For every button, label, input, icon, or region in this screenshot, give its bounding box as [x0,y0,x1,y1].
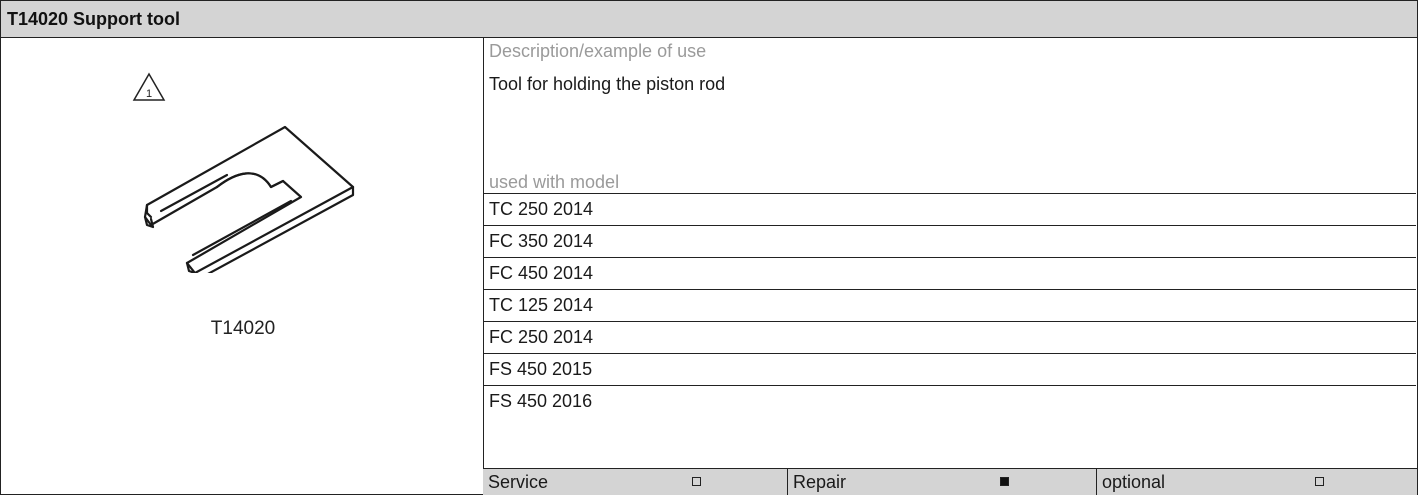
model-row: FC 450 2014 [483,257,1416,289]
tool-illustration-panel: 1 T14020 [0,37,484,495]
warning-triangle-icon: 1 [132,72,166,101]
usage-service: Service [483,469,788,495]
tool-title: T14020 Support tool [0,0,1418,38]
usage-bar: Service Repair optional [483,468,1417,495]
tool-number-label: T14020 [210,318,276,339]
usage-repair-label: Repair [793,472,847,492]
tool-data-sheet: T14020 Support tool 1 T14020 Description… [0,0,1418,495]
usage-service-label: Service [488,472,549,492]
model-row: TC 250 2014 [483,193,1416,225]
model-row: FS 450 2015 [483,353,1416,385]
description-text: Tool for holding the piston rod [489,74,726,94]
model-row: FC 250 2014 [483,321,1416,353]
model-row: FS 450 2016 [483,385,1416,417]
usage-repair: Repair [788,469,1097,495]
svg-text:1: 1 [146,88,152,100]
model-row: FC 350 2014 [483,225,1416,257]
optional-checkbox [1315,477,1324,486]
model-list: TC 250 2014 FC 350 2014 FC 450 2014 TC 1… [483,193,1416,417]
usage-optional: optional [1097,469,1417,495]
service-checkbox [692,477,701,486]
model-row: TC 125 2014 [483,289,1416,321]
support-tool-drawing [143,125,355,273]
description-label: Description/example of use [489,41,707,61]
repair-checkbox [1000,477,1009,486]
tool-info-panel: Description/example of use Tool for hold… [483,37,1418,495]
models-label: used with model [489,172,620,192]
usage-optional-label: optional [1102,472,1166,492]
